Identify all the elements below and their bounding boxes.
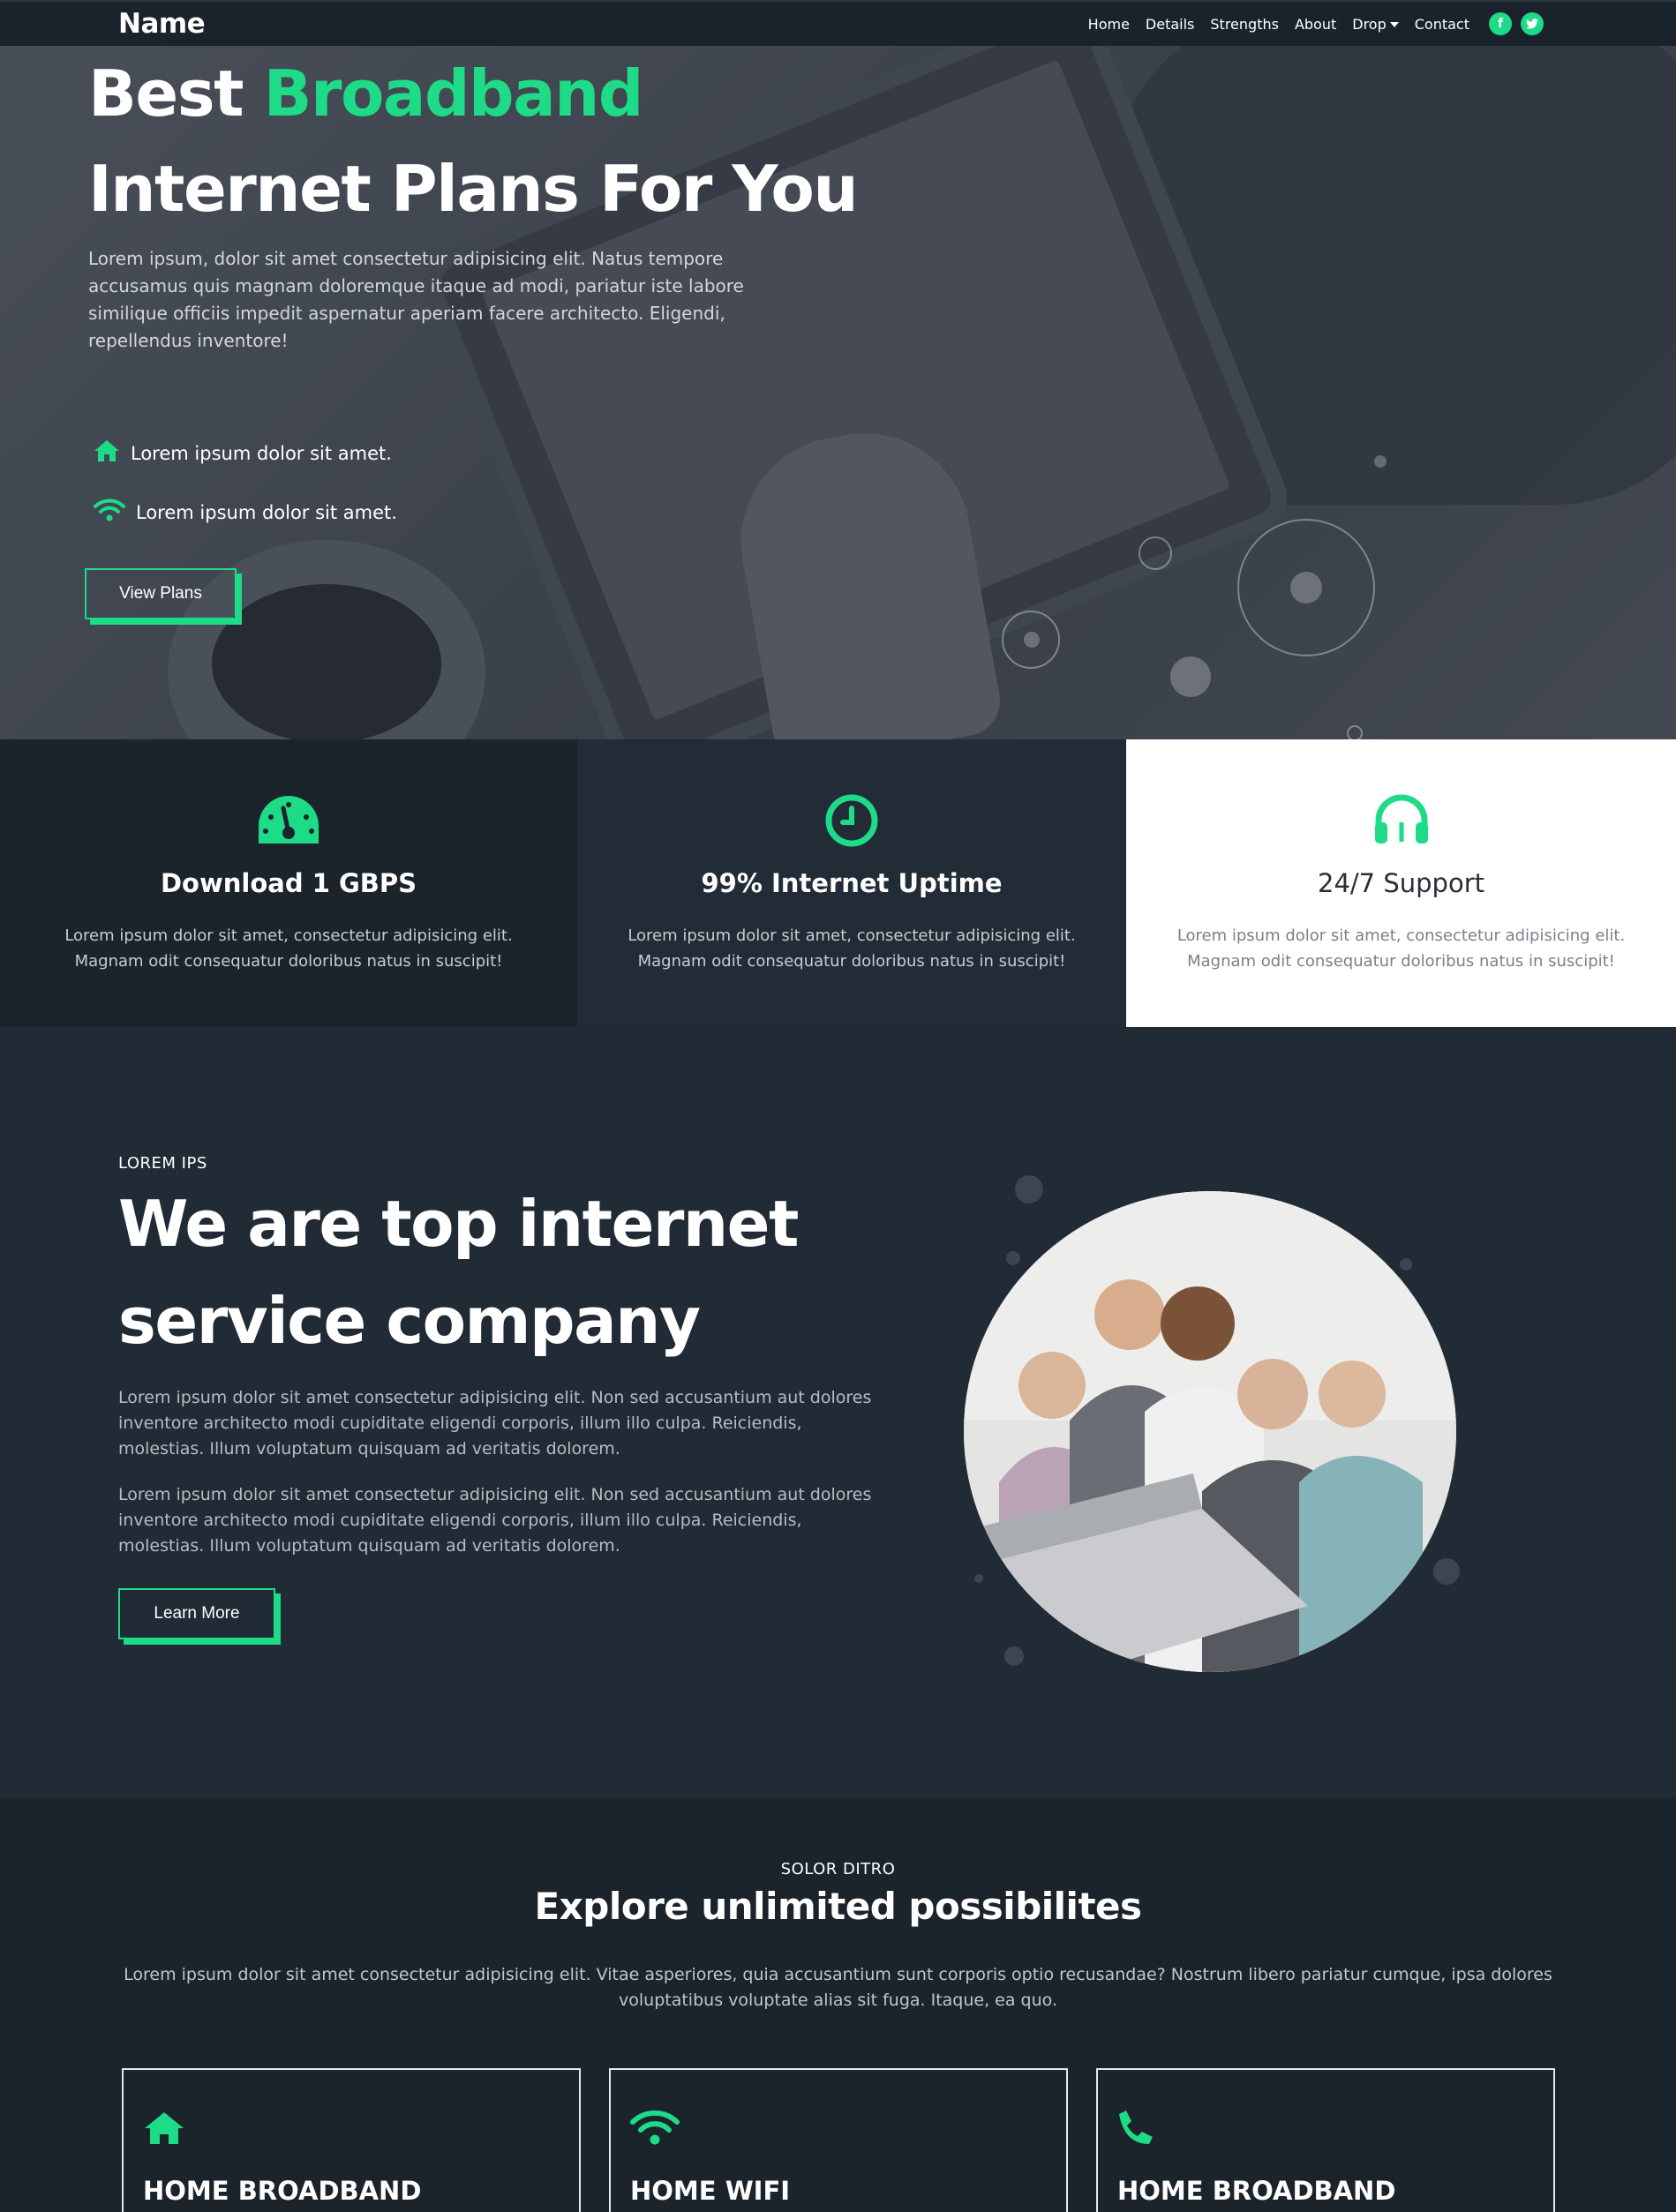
social-links: f xyxy=(1489,12,1544,35)
about-paragraph: Lorem ipsum dolor sit amet consectetur a… xyxy=(118,1485,872,1556)
feature-text: Lorem ipsum dolor sit amet, consectetur … xyxy=(1176,926,1626,971)
hero-feature-item: Lorem ipsum dolor sit amet. xyxy=(94,439,392,467)
home-icon xyxy=(143,2111,185,2149)
decor-dot xyxy=(1374,455,1387,468)
service-card[interactable]: HOME WIFI xyxy=(609,2068,1068,2212)
caret-down-icon xyxy=(1389,22,1399,27)
decor-dot xyxy=(1004,1646,1024,1666)
nav-dropdown[interactable]: Drop xyxy=(1352,16,1399,33)
decor-dot xyxy=(1024,632,1040,648)
nav-links: Home Details Strengths About Drop Contac… xyxy=(1088,2,1544,46)
twitter-icon[interactable] xyxy=(1521,12,1544,35)
feature-text: Lorem ipsum dolor sit amet, consectetur … xyxy=(64,926,513,971)
about-paragraph: Lorem ipsum dolor sit amet consectetur a… xyxy=(118,1388,872,1458)
nav-link-strengths[interactable]: Strengths xyxy=(1210,16,1279,33)
decor-dot xyxy=(1006,1251,1020,1265)
clock-icon xyxy=(577,792,1126,849)
feature-card-download: Download 1 GBPS Lorem ipsum dolor sit am… xyxy=(0,739,577,1027)
decor-dot xyxy=(974,1574,983,1583)
feature-card-support: 24/7 Support Lorem ipsum dolor sit amet,… xyxy=(1126,739,1676,1027)
nav-link-contact[interactable]: Contact xyxy=(1415,16,1469,33)
home-icon xyxy=(94,439,120,467)
hero-feature-item: Lorem ipsum dolor sit amet. xyxy=(94,498,397,527)
about-title-line2: service company xyxy=(118,1284,701,1358)
service-title: HOME BROADBAND xyxy=(143,2176,422,2206)
wifi-icon xyxy=(630,2109,680,2149)
team-photo xyxy=(964,1191,1456,1672)
decor-dot xyxy=(1290,572,1322,604)
headphones-icon xyxy=(1126,792,1676,849)
about-title: We are top internet service company xyxy=(118,1175,799,1369)
decor-ring xyxy=(1347,725,1363,739)
brand-logo[interactable]: Name xyxy=(118,8,206,40)
learn-more-button[interactable]: Learn More xyxy=(118,1588,275,1639)
service-card[interactable]: HOME BROADBAND xyxy=(122,2068,581,2212)
service-title: HOME WIFI xyxy=(630,2176,791,2206)
navbar: Name Home Details Strengths About Drop C… xyxy=(0,0,1676,46)
feature-title: Download 1 GBPS xyxy=(160,868,417,898)
hero-title-line1: Best Broadband xyxy=(88,46,857,141)
hero-feature-label: Lorem ipsum dolor sit amet. xyxy=(131,442,392,464)
hero-heading: Best Broadband Internet Plans For You xyxy=(88,46,859,236)
nav-link-details[interactable]: Details xyxy=(1146,16,1194,33)
hero-title-accent: Broadband xyxy=(263,56,644,131)
services-eyebrow-text: SOLOR DITRO xyxy=(780,1860,896,1878)
feature-text: Lorem ipsum dolor sit amet, consectetur … xyxy=(628,926,1076,971)
speedometer-icon xyxy=(0,792,577,849)
decor-dot xyxy=(1433,1558,1460,1585)
services-description: Lorem ipsum dolor sit amet consectetur a… xyxy=(124,1965,1552,2010)
about-title-line1: We are top internet xyxy=(118,1187,799,1261)
hero-description: Lorem ipsum, dolor sit amet consectetur … xyxy=(88,248,744,351)
decor-ring xyxy=(1139,536,1172,570)
hero-feature-label: Lorem ipsum dolor sit amet. xyxy=(136,501,397,523)
phone-icon xyxy=(1117,2109,1154,2149)
feature-title: 24/7 Support xyxy=(1318,868,1484,898)
wifi-icon xyxy=(94,498,125,527)
service-title: HOME BROADBAND xyxy=(1117,2176,1396,2206)
decor-dot xyxy=(1015,1175,1043,1203)
decor-dot xyxy=(1400,1258,1412,1271)
services-title: Explore unlimited possibilites xyxy=(534,1885,1142,1928)
about-eyebrow: LOREM IPS xyxy=(118,1154,207,1173)
nav-dropdown-label: Drop xyxy=(1352,15,1387,33)
service-card[interactable]: HOME BROADBAND xyxy=(1096,2068,1555,2212)
decor-dot xyxy=(1170,656,1211,697)
services-eyebrow: SOLOR DITRO xyxy=(0,1860,1676,1878)
nav-link-home[interactable]: Home xyxy=(1088,16,1130,33)
about-eyebrow-text: LOREM IPS xyxy=(118,1154,207,1173)
nav-link-about[interactable]: About xyxy=(1295,16,1336,33)
feature-title: 99% Internet Uptime xyxy=(701,868,1003,898)
view-plans-button[interactable]: View Plans xyxy=(85,568,237,619)
hero-title-prefix: Best xyxy=(88,56,264,131)
feature-card-uptime: 99% Internet Uptime Lorem ipsum dolor si… xyxy=(577,739,1126,1027)
hero-title-line2: Internet Plans For You xyxy=(88,152,859,226)
facebook-icon[interactable]: f xyxy=(1489,12,1512,35)
